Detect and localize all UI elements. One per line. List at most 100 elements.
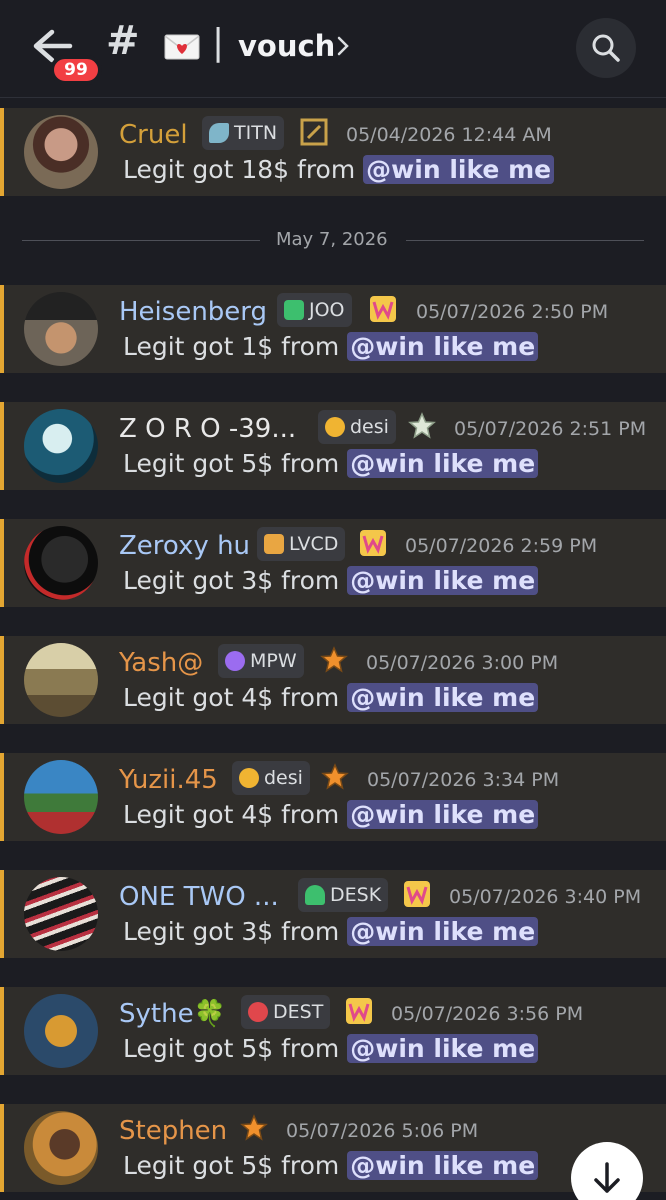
message-item[interactable]: Stephen 05/07/2026 5:06 PM Legit got 5$ … xyxy=(0,1104,666,1192)
guild-tag[interactable]: desi xyxy=(318,410,396,444)
user-mention[interactable]: @win like me xyxy=(347,800,539,829)
avatar[interactable] xyxy=(24,994,98,1068)
star-badge-icon xyxy=(240,1114,268,1141)
mushroom-icon xyxy=(305,885,325,905)
user-mention[interactable]: @win like me xyxy=(347,683,539,712)
message-text: Legit got 4$ from xyxy=(123,800,340,829)
timestamp: 05/07/2026 3:00 PM xyxy=(366,652,559,674)
user-mention[interactable]: @win like me xyxy=(363,155,555,184)
channel-name[interactable]: vouch xyxy=(238,29,335,63)
message-item[interactable]: Heisenberg JOO 05/07/2026 2:50 PM Legit … xyxy=(0,285,666,373)
search-button[interactable] xyxy=(576,18,636,78)
timestamp: 05/07/2026 3:34 PM xyxy=(367,769,560,791)
divider-line xyxy=(22,240,260,241)
avatar[interactable] xyxy=(24,877,98,951)
arrow-down-icon xyxy=(594,1162,620,1193)
flame-icon xyxy=(325,417,345,437)
gold-square-badge-icon xyxy=(300,118,328,146)
guild-tag[interactable]: MPW xyxy=(218,644,304,678)
avatar[interactable] xyxy=(24,643,98,717)
username[interactable]: Z O R O -39... xyxy=(119,414,296,444)
username[interactable]: Zeroxy hu xyxy=(119,531,250,561)
timestamp: 05/07/2026 3:40 PM xyxy=(449,886,642,908)
username[interactable]: Sythe🍀 xyxy=(119,999,226,1029)
message-text: Legit got 5$ from xyxy=(123,1151,340,1180)
title-separator: | xyxy=(212,22,225,63)
message-content: Legit got 5$ from @win like me xyxy=(123,1151,539,1180)
timestamp: 05/07/2026 5:06 PM xyxy=(286,1120,479,1142)
guild-tag[interactable]: JOO xyxy=(277,293,352,327)
message-item[interactable]: Yash@ MPW 05/07/2026 3:00 PM Legit got 4… xyxy=(0,636,666,724)
channel-header: 99 # | vouch xyxy=(0,0,666,98)
feather-icon xyxy=(209,123,229,143)
chevron-right-icon[interactable] xyxy=(337,36,349,56)
date-divider: May 7, 2026 xyxy=(22,228,644,254)
user-mention[interactable]: @win like me xyxy=(347,332,539,361)
message-item[interactable]: Zeroxy hu LVCD 05/07/2026 2:59 PM Legit … xyxy=(0,519,666,607)
guild-tag-label: TITN xyxy=(234,122,278,144)
message-content: Legit got 4$ from @win like me xyxy=(123,800,539,829)
flame-icon xyxy=(239,768,259,788)
message-text: Legit got 5$ from xyxy=(123,1034,340,1063)
guild-tag[interactable]: LVCD xyxy=(257,527,346,561)
timestamp: 05/07/2026 2:50 PM xyxy=(416,301,609,323)
message-content: Legit got 18$ from @win like me xyxy=(123,155,555,184)
love-letter-icon xyxy=(164,34,200,60)
message-content: Legit got 3$ from @win like me xyxy=(123,917,539,946)
user-mention[interactable]: @win like me xyxy=(347,449,539,478)
guild-tag-label: desi xyxy=(264,767,303,789)
username[interactable]: Yash@ xyxy=(119,648,203,678)
user-mention[interactable]: @win like me xyxy=(347,917,539,946)
dollar-icon xyxy=(284,300,304,320)
guild-tag[interactable]: DESK xyxy=(298,878,389,912)
guild-tag[interactable]: TITN xyxy=(202,116,285,150)
message-text: Legit got 3$ from xyxy=(123,566,340,595)
message-item[interactable]: Sythe🍀 DEST 05/07/2026 3:56 PM Legit got… xyxy=(0,987,666,1075)
username[interactable]: Heisenberg xyxy=(119,297,267,327)
guild-tag-label: DESK xyxy=(330,884,382,906)
guild-tag-label: desi xyxy=(350,416,389,438)
red-ring-icon xyxy=(248,1002,268,1022)
star-badge-icon xyxy=(321,763,349,790)
message-text: Legit got 3$ from xyxy=(123,917,340,946)
username[interactable]: ONE TWO ... xyxy=(119,882,279,912)
user-mention[interactable]: @win like me xyxy=(347,566,539,595)
purple-flame-icon xyxy=(225,651,245,671)
message-item[interactable]: Cruel TITN 05/04/2026 12:44 AM Legit got… xyxy=(0,108,666,196)
guild-tag-label: JOO xyxy=(309,299,345,321)
message-content: Legit got 5$ from @win like me xyxy=(123,449,539,478)
avatar[interactable] xyxy=(24,760,98,834)
w-badge-icon xyxy=(346,998,372,1024)
avatar[interactable] xyxy=(24,115,98,189)
username[interactable]: Stephen xyxy=(119,1116,227,1146)
w-badge-icon xyxy=(360,530,386,556)
avatar[interactable] xyxy=(24,1111,98,1185)
message-item[interactable]: ONE TWO ... DESK 05/07/2026 3:40 PM Legi… xyxy=(0,870,666,958)
star-badge-icon xyxy=(408,412,436,439)
message-text: Legit got 18$ from xyxy=(123,155,356,184)
message-content: Legit got 4$ from @win like me xyxy=(123,683,539,712)
message-item[interactable]: Z O R O -39... desi 05/07/2026 2:51 PM L… xyxy=(0,402,666,490)
message-item[interactable]: Yuzii.45 desi 05/07/2026 3:34 PM Legit g… xyxy=(0,753,666,841)
timestamp: 05/07/2026 2:51 PM xyxy=(454,418,647,440)
timestamp: 05/07/2026 2:59 PM xyxy=(405,535,598,557)
avatar[interactable] xyxy=(24,292,98,366)
message-text: Legit got 4$ from xyxy=(123,683,340,712)
guild-tag[interactable]: DEST xyxy=(241,995,331,1029)
w-badge-icon xyxy=(370,296,396,322)
username[interactable]: Cruel xyxy=(119,120,188,150)
guild-tag-label: DEST xyxy=(273,1001,324,1023)
message-content: Legit got 5$ from @win like me xyxy=(123,1034,539,1063)
avatar[interactable] xyxy=(24,526,98,600)
avatar[interactable] xyxy=(24,409,98,483)
message-content: Legit got 3$ from @win like me xyxy=(123,566,539,595)
notification-badge: 99 xyxy=(50,55,102,85)
timestamp: 05/04/2026 12:44 AM xyxy=(346,124,552,146)
user-mention[interactable]: @win like me xyxy=(347,1151,539,1180)
channel-hash-icon: # xyxy=(106,18,140,64)
guild-tag[interactable]: desi xyxy=(232,761,310,795)
divider-line xyxy=(406,240,644,241)
user-mention[interactable]: @win like me xyxy=(347,1034,539,1063)
star-badge-icon xyxy=(320,646,348,673)
username[interactable]: Yuzii.45 xyxy=(119,765,218,795)
